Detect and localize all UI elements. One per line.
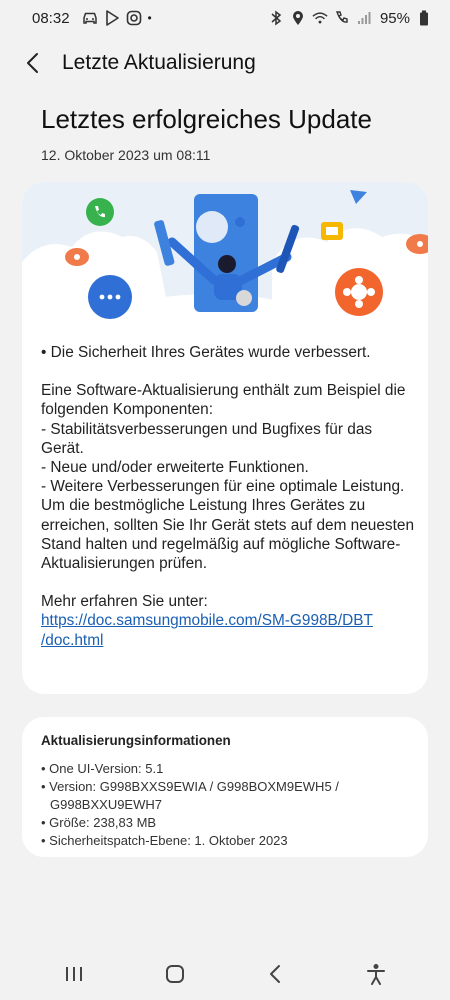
battery-percent: 95% xyxy=(379,9,410,27)
signal-icon xyxy=(356,10,372,26)
page-title: Letztes erfolgreiches Update xyxy=(41,104,372,134)
chevron-left-icon xyxy=(27,53,38,73)
update-description: • Die Sicherheit Ihres Gerätes wurde ver… xyxy=(41,343,417,650)
play-store-icon xyxy=(104,10,120,26)
wifi-calling-icon xyxy=(334,10,350,26)
location-icon xyxy=(290,10,306,26)
recents-icon xyxy=(66,967,83,981)
update-info-card: Aktualisierungsinformationen • One UI-Ve… xyxy=(22,717,428,857)
documentation-link-line2: /doc.html xyxy=(41,631,104,649)
battery-icon xyxy=(416,10,432,26)
documentation-link-line1: https://doc.samsungmobile.com/SM-G998B/D… xyxy=(41,612,373,630)
status-bar: 08:32 • 95% xyxy=(0,0,450,36)
version-line: • Version: G998BXXS9EWIA / G998BOXM9EWH5… xyxy=(41,779,339,794)
home-icon xyxy=(165,965,184,983)
status-time: 08:32 xyxy=(32,9,70,27)
app-header: Letzte Aktualisierung xyxy=(0,40,450,86)
more-info-label: Mehr erfahren Sie unter: xyxy=(41,593,208,611)
car-icon xyxy=(82,10,98,26)
intro-text: Eine Software-Aktualisierung enthält zum… xyxy=(41,382,406,419)
update-date: 12. Oktober 2023 um 08:11 xyxy=(41,147,211,163)
security-note: • Die Sicherheit Ihres Gerätes wurde ver… xyxy=(41,344,371,361)
instagram-icon xyxy=(126,10,142,26)
advice-text: Um die bestmögliche Leistung Ihres Gerät… xyxy=(41,497,414,573)
update-info-list: • One UI-Version: 5.1 • Version: G998BXX… xyxy=(41,760,411,850)
component-item-stability: - Stabilitätsverbesserungen und Bugfixes… xyxy=(41,420,373,457)
navigation-bar xyxy=(0,948,450,1000)
ui-version: • One UI-Version: 5.1 xyxy=(41,761,164,776)
home-button[interactable] xyxy=(153,952,197,996)
accessibility-button[interactable] xyxy=(354,952,398,996)
notification-dot: • xyxy=(147,11,152,25)
update-details-card: • Die Sicherheit Ihres Gerätes wurde ver… xyxy=(22,182,428,694)
nav-back-icon xyxy=(270,965,281,983)
header-title: Letzte Aktualisierung xyxy=(62,51,256,74)
back-button[interactable] xyxy=(12,43,52,83)
security-patch-level: • Sicherheitspatch-Ebene: 1. Oktober 202… xyxy=(41,833,288,848)
accessibility-icon xyxy=(366,964,385,985)
wifi-icon xyxy=(312,10,328,26)
bluetooth-icon xyxy=(268,10,284,26)
documentation-link[interactable]: https://doc.samsungmobile.com/SM-G998B/D… xyxy=(41,612,373,648)
component-item-features: - Neue und/oder erweiterte Funktionen. xyxy=(41,459,309,477)
status-bar-right: 95% xyxy=(268,10,432,27)
recents-button[interactable] xyxy=(52,952,96,996)
nav-back-button[interactable] xyxy=(253,952,297,996)
update-info-title: Aktualisierungsinformationen xyxy=(41,733,231,748)
update-illustration xyxy=(22,182,428,328)
version-line-continued: G998BXXU9EWH7 xyxy=(50,797,162,812)
component-item-performance: - Weitere Verbesserungen für eine optima… xyxy=(41,478,405,496)
status-bar-left: 08:32 • xyxy=(32,10,152,27)
update-size: • Größe: 238,83 MB xyxy=(41,815,157,830)
